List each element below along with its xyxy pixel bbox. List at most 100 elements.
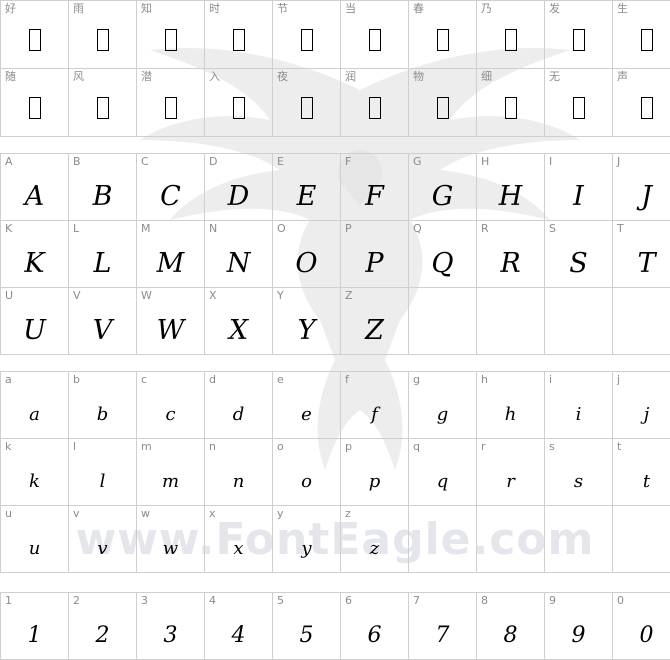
glyph-preview: K [24, 247, 45, 279]
glyph-cell: CC [136, 153, 205, 221]
glyph-preview: 6 [367, 622, 382, 648]
missing-glyph-box [436, 28, 449, 51]
glyph-cell: 22 [68, 592, 137, 660]
glyph-row: kkllmmnnooppqqrrsstt [0, 438, 670, 506]
glyph-cell: II [544, 153, 613, 221]
glyph-cell: NN [204, 220, 273, 288]
glyph-preview: j [643, 403, 650, 425]
missing-glyph-box-icon [69, 19, 136, 68]
glyph-preview: E [296, 180, 317, 212]
glyph-cell: yy [272, 505, 341, 573]
missing-glyph-box-icon [137, 19, 204, 68]
glyph-cell: oo [272, 438, 341, 506]
glyph-cell: AA [0, 153, 69, 221]
glyph-cell-label: e [277, 373, 284, 386]
glyph-cell-label: 7 [413, 594, 420, 607]
missing-glyph-box [164, 96, 177, 119]
glyph-cell-label: w [141, 507, 150, 520]
glyph-cell-label: 时 [209, 2, 220, 15]
glyph-cell: tt [612, 438, 670, 506]
glyph-cell: ll [68, 438, 137, 506]
glyph-cell-label: c [141, 373, 148, 386]
missing-glyph-box [504, 96, 517, 119]
glyph-cell-label: 润 [345, 70, 356, 83]
missing-glyph-box [96, 96, 109, 119]
glyph-cell: 细 [476, 68, 545, 137]
glyph-cell-label: 8 [481, 594, 488, 607]
glyph-preview: s [573, 470, 584, 492]
glyph-preview: Q [431, 247, 454, 279]
glyph-cell-label: q [413, 440, 420, 453]
glyph-cell-label: 风 [73, 70, 84, 83]
glyph-cell: 时 [204, 0, 273, 69]
glyph-cell-label: 物 [413, 70, 424, 83]
glyph-cell-label: B [73, 155, 81, 168]
glyph-cell [408, 287, 477, 355]
missing-glyph-box-icon [477, 19, 544, 68]
missing-glyph-box [28, 28, 41, 51]
glyph-preview: N [226, 247, 251, 279]
glyph-cell-label: 声 [617, 70, 628, 83]
glyph-cell-label: 节 [277, 2, 288, 15]
glyph-cell: SS [544, 220, 613, 288]
glyph-cell-label: O [277, 222, 286, 235]
glyph-cell: 77 [408, 592, 477, 660]
glyph-cell: UU [0, 287, 69, 355]
glyph-cell-label: 9 [549, 594, 556, 607]
glyph-cell: VV [68, 287, 137, 355]
missing-glyph-box-icon [1, 87, 68, 136]
missing-glyph-box [640, 28, 653, 51]
glyph-cell-label: h [481, 373, 488, 386]
glyph-preview: w [162, 537, 179, 559]
glyph-preview: T [637, 247, 656, 279]
glyph-cell: 雨 [68, 0, 137, 69]
glyph-preview: H [498, 180, 523, 212]
glyph-preview: r [506, 470, 515, 492]
glyph-cell: 44 [204, 592, 273, 660]
glyph-preview: Y [297, 314, 316, 346]
glyph-preview: B [92, 180, 113, 212]
glyph-preview: o [301, 470, 312, 492]
glyph-preview: 5 [299, 622, 314, 648]
glyph-cell-label: m [141, 440, 152, 453]
missing-glyph-box [232, 28, 245, 51]
missing-glyph-box [640, 96, 653, 119]
glyph-preview: X [228, 314, 249, 346]
glyph-cell-label: k [5, 440, 12, 453]
glyph-cell-label: C [141, 155, 149, 168]
glyph-cell-label: 4 [209, 594, 216, 607]
glyph-preview: F [365, 180, 384, 212]
glyph-cell: 物 [408, 68, 477, 137]
glyph-cell: ZZ [340, 287, 409, 355]
glyph-cell-label: z [345, 507, 351, 520]
glyph-cell-label: g [413, 373, 420, 386]
glyph-cell-label: i [549, 373, 553, 386]
glyph-preview: 9 [571, 622, 586, 648]
glyph-cell: 00 [612, 592, 670, 660]
glyph-cell-label: Z [345, 289, 353, 302]
glyph-row: aabbccddeeffgghhiijj [0, 371, 670, 439]
glyph-cell: qq [408, 438, 477, 506]
uppercase-glyph-table: AABBCCDDEEFFGGHHIIJJKKLLMMNNOOPPQQRRSSTT… [0, 153, 670, 355]
missing-glyph-box [300, 96, 313, 119]
missing-glyph-box [572, 28, 585, 51]
glyph-cell [476, 287, 545, 355]
glyph-cell: cc [136, 371, 205, 439]
glyph-cell-label: v [73, 507, 80, 520]
glyph-cell-label: L [73, 222, 80, 235]
glyph-cell [476, 505, 545, 573]
glyph-cell: 33 [136, 592, 205, 660]
glyph-cell: gg [408, 371, 477, 439]
glyph-cell: mm [136, 438, 205, 506]
glyph-preview: 1 [27, 622, 42, 648]
glyph-preview: Z [365, 314, 384, 346]
glyph-cell: 知 [136, 0, 205, 69]
glyph-cell: nn [204, 438, 273, 506]
glyph-preview: f [371, 403, 378, 425]
glyph-cell: FF [340, 153, 409, 221]
glyph-cell-label: A [5, 155, 13, 168]
missing-glyph-box-icon [205, 19, 272, 68]
missing-glyph-box-icon [545, 19, 612, 68]
glyph-preview: P [365, 247, 384, 279]
glyph-cell [544, 505, 613, 573]
